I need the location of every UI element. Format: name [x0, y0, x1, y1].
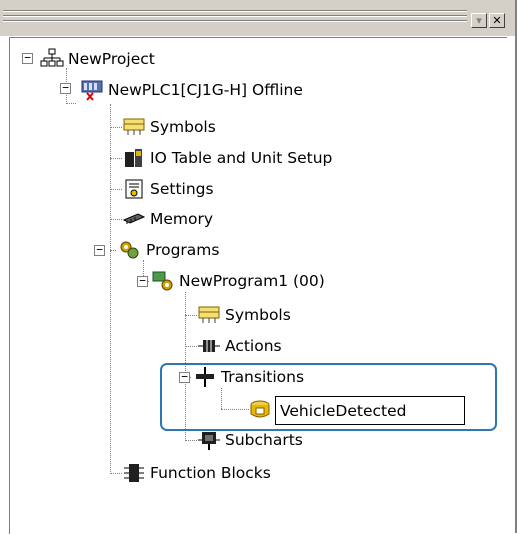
tree-item-program[interactable]: NewProgram1 (00) [151, 268, 325, 294]
titlebar-grip[interactable] [3, 20, 467, 22]
tree-item-label: IO Table and Unit Setup [150, 149, 333, 167]
symbols-icon [197, 304, 221, 326]
rename-transition-input[interactable] [275, 396, 465, 425]
tree-item-label: Memory [150, 210, 214, 228]
tree-item-programs[interactable]: Programs [118, 237, 219, 263]
titlebar-grip[interactable] [3, 10, 467, 12]
tree-item-project[interactable]: NewProject [40, 46, 155, 72]
project-tree-pane: ▾ ✕ − − − − − NewProject NewPLC1[CJ1G-H]… [0, 0, 517, 534]
tree-item-program-symbols[interactable]: Symbols [197, 302, 291, 328]
subchart-icon [197, 429, 221, 451]
program-icon [151, 270, 175, 292]
triangle-down-icon: ▾ [476, 14, 482, 27]
tree-item-label: NewProject [68, 50, 155, 68]
tree-item-label: Programs [146, 241, 220, 259]
settings-icon [122, 178, 146, 200]
tree-item-memory[interactable]: Memory [122, 206, 213, 232]
tree-item-label: Actions [225, 337, 282, 355]
tree-item-settings[interactable]: Settings [122, 176, 214, 202]
collapse-toggle[interactable]: − [94, 244, 105, 256]
tree-item-actions[interactable]: Actions [197, 333, 282, 359]
tree-item-label: Settings [150, 180, 214, 198]
tree-item-label: Symbols [150, 118, 216, 136]
programs-icon [118, 239, 142, 261]
project-tree[interactable]: − − − − − NewProject NewPLC1[CJ1G-H] Off… [9, 37, 507, 534]
pane-titlebar[interactable]: ▾ ✕ [0, 0, 515, 36]
pane-menu-button[interactable]: ▾ [471, 13, 487, 28]
pane-close-button[interactable]: ✕ [489, 13, 505, 28]
titlebar-grip[interactable] [3, 15, 467, 17]
collapse-toggle[interactable]: − [137, 275, 148, 287]
symbols-icon [122, 116, 146, 138]
tree-item-label: NewPLC1[CJ1G-H] Offline [108, 81, 303, 99]
tree-item-label: Symbols [225, 306, 291, 324]
memory-chip-icon [122, 208, 146, 230]
collapse-toggle[interactable]: − [22, 52, 33, 64]
tree-item-function-blocks[interactable]: Function Blocks [122, 460, 271, 486]
collapse-toggle[interactable]: − [60, 82, 71, 94]
network-icon [40, 48, 64, 70]
tree-item-symbols[interactable]: Symbols [122, 114, 216, 140]
tree-item-label: Subcharts [225, 431, 303, 449]
tree-item-plc[interactable]: NewPLC1[CJ1G-H] Offline [80, 77, 303, 103]
close-icon: ✕ [492, 14, 502, 27]
function-block-icon [122, 462, 146, 484]
action-block-icon [197, 335, 221, 357]
io-table-icon [122, 147, 146, 169]
tree-item-label: NewProgram1 (00) [179, 272, 325, 290]
tree-item-label: Function Blocks [150, 464, 271, 482]
tree-item-io-table[interactable]: IO Table and Unit Setup [122, 145, 332, 171]
plc-offline-icon [80, 79, 104, 101]
